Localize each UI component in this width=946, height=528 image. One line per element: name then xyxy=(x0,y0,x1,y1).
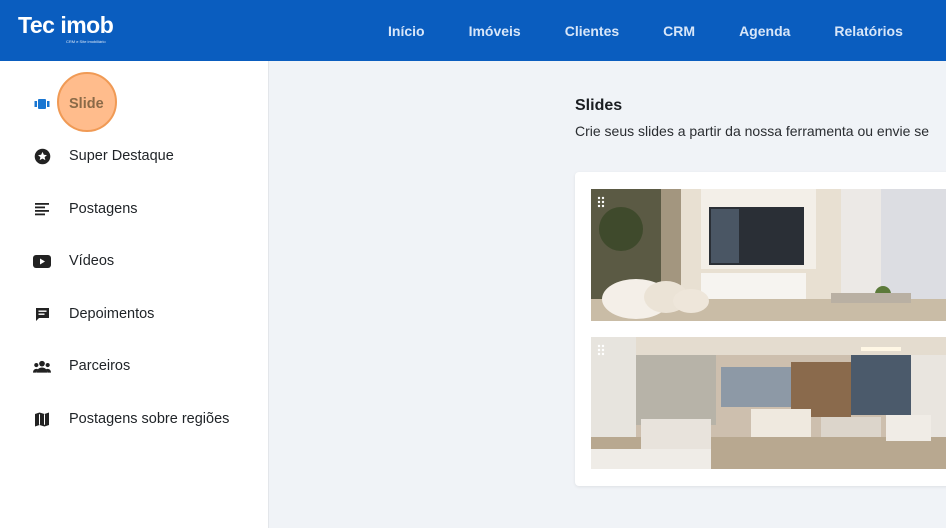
slides-card xyxy=(575,172,946,486)
sidebar-item-parceiros[interactable]: Parceiros xyxy=(0,344,268,388)
sidebar-item-label: Parceiros xyxy=(69,358,131,374)
slide-item[interactable] xyxy=(591,189,946,321)
nav-clientes[interactable]: Clientes xyxy=(565,23,619,39)
sidebar-item-label: Depoimentos xyxy=(69,306,155,322)
page-title: Slides xyxy=(575,97,623,114)
page-subtitle: Crie seus slides a partir da nossa ferra… xyxy=(575,123,930,139)
drag-handle-icon[interactable] xyxy=(597,195,605,213)
people-icon xyxy=(33,357,51,375)
slide-item[interactable] xyxy=(591,337,946,469)
sidebar-item-postagens[interactable]: Postagens xyxy=(0,187,268,231)
sidebar-item-label: Slide xyxy=(69,96,104,112)
nav-crm[interactable]: CRM xyxy=(663,23,695,39)
nav-agenda[interactable]: Agenda xyxy=(739,23,790,39)
sidebar-item-label: Vídeos xyxy=(69,253,115,269)
drag-handle-icon[interactable] xyxy=(597,343,605,361)
sidebar-item-slide[interactable]: Slide xyxy=(0,82,268,126)
top-navbar: Tec imob CRM e Site imobiliário Início I… xyxy=(0,0,946,61)
main-nav: Início Imóveis Clientes CRM Agenda Relat… xyxy=(388,0,946,61)
star-circle-icon xyxy=(33,147,51,165)
nav-relatorios[interactable]: Relatórios xyxy=(834,23,902,39)
sidebar: Slide Super Destaque Postagens Vídeos De… xyxy=(0,61,269,528)
map-icon xyxy=(33,410,51,428)
sidebar-item-label: Super Destaque xyxy=(69,148,174,164)
text-lines-icon xyxy=(33,200,51,218)
slide-image-living-room xyxy=(591,189,946,321)
slides-icon xyxy=(33,95,51,113)
logo[interactable]: Tec imob CRM e Site imobiliário xyxy=(18,12,114,44)
sidebar-item-label: Postagens sobre regiões xyxy=(69,411,230,427)
youtube-icon xyxy=(33,252,51,270)
sidebar-item-postagens-regioes[interactable]: Postagens sobre regiões xyxy=(0,397,268,441)
comment-icon xyxy=(33,305,51,323)
slide-image-dining-room xyxy=(591,337,946,469)
logo-tagline: CRM e Site imobiliário xyxy=(66,39,106,44)
sidebar-item-depoimentos[interactable]: Depoimentos xyxy=(0,292,268,336)
sidebar-item-super-destaque[interactable]: Super Destaque xyxy=(0,134,268,178)
sidebar-item-videos[interactable]: Vídeos xyxy=(0,239,268,283)
logo-text: Tec imob xyxy=(18,12,114,38)
nav-inicio[interactable]: Início xyxy=(388,23,425,39)
nav-imoveis[interactable]: Imóveis xyxy=(469,23,521,39)
sidebar-item-label: Postagens xyxy=(69,201,138,217)
